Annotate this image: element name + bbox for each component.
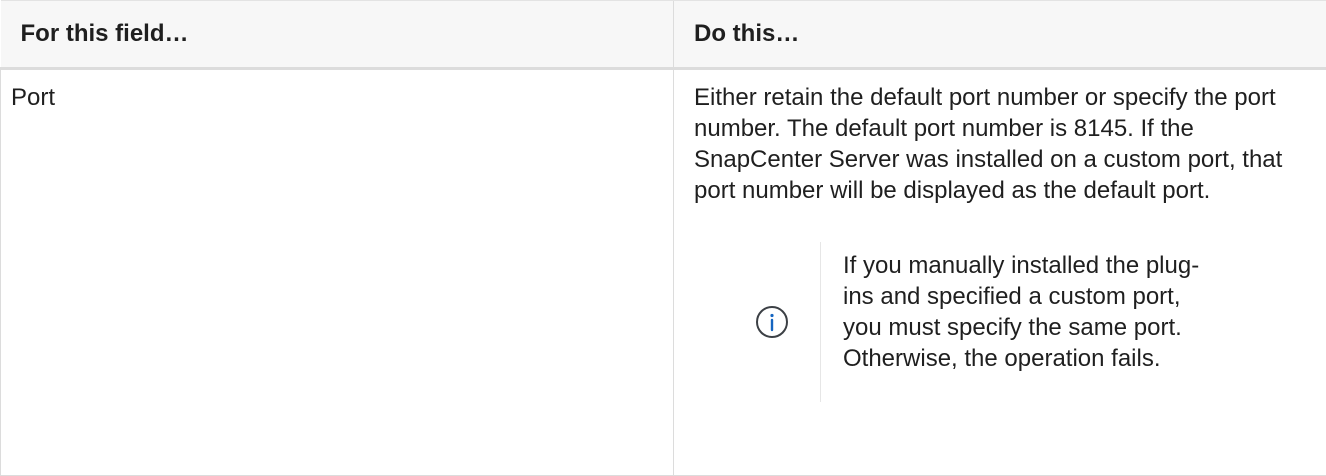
note-text: If you manually installed the plug-ins a… — [843, 252, 1200, 372]
column-header-action: Do this… — [673, 0, 1326, 70]
note-icon-column — [724, 242, 821, 402]
field-cell-port: Port — [0, 68, 674, 476]
table-body: Port Either retain the default port numb… — [0, 68, 1326, 476]
note-block: If you manually installed the plug-ins a… — [724, 242, 1326, 402]
column-header-field: For this field… — [0, 0, 674, 70]
description-text: Either retain the default port number or… — [694, 84, 1283, 204]
table-header: For this field… Do this… — [0, 0, 1326, 70]
field-label: Port — [11, 84, 56, 111]
field-instructions-table: For this field… Do this… Port Either ret… — [0, 0, 1326, 476]
info-icon — [756, 306, 788, 338]
description-cell-port: Either retain the default port number or… — [673, 68, 1326, 476]
header-row: For this field… Do this… — [0, 0, 1326, 70]
table-row: Port Either retain the default port numb… — [0, 68, 1326, 476]
